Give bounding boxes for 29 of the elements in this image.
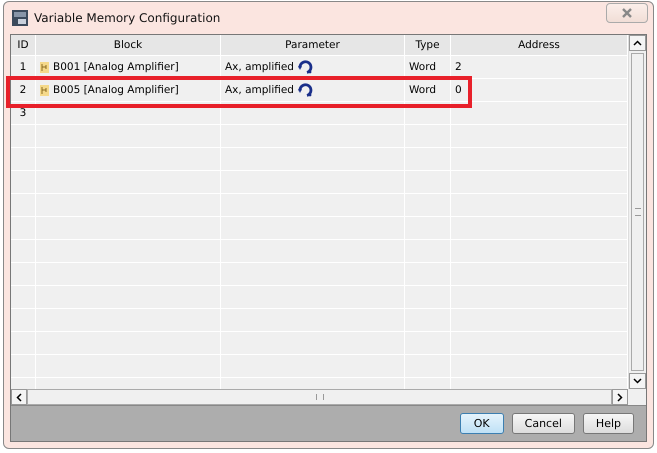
- refresh-icon: [296, 59, 313, 75]
- column-header[interactable]: Type: [405, 35, 451, 55]
- parameter-name: Ax, amplified: [225, 61, 294, 73]
- close-button[interactable]: [606, 3, 648, 23]
- row-id: 2: [20, 84, 26, 96]
- window-title: Variable Memory Configuration: [34, 11, 222, 25]
- close-icon: [620, 8, 634, 18]
- block-name: B005 [Analog Amplifier]: [53, 84, 179, 96]
- dialog-button[interactable]: Cancel: [512, 413, 575, 434]
- type-value: Word: [409, 84, 436, 96]
- block-icon: [40, 62, 49, 72]
- column-header[interactable]: Parameter: [221, 35, 405, 55]
- block-icon: [40, 84, 49, 96]
- refresh-icon: [296, 82, 313, 98]
- column-header[interactable]: Block: [36, 35, 221, 55]
- vertical-scrollbar[interactable]: [628, 35, 646, 389]
- address-value: 0: [455, 84, 462, 96]
- row-id: 1: [20, 61, 26, 73]
- type-value: Word: [409, 61, 436, 73]
- column-header[interactable]: Address: [451, 35, 628, 55]
- app-icon: [12, 10, 28, 26]
- horizontal-scrollbar[interactable]: [11, 389, 628, 405]
- ok-button[interactable]: OK: [460, 413, 504, 434]
- row-id: 3: [20, 107, 26, 119]
- address-value: 2: [455, 61, 462, 73]
- column-header[interactable]: ID: [11, 35, 36, 55]
- dialog-button[interactable]: Help: [582, 413, 634, 434]
- parameter-name: Ax, amplified: [225, 84, 294, 96]
- block-name: B001 [Analog Amplifier]: [53, 61, 179, 73]
